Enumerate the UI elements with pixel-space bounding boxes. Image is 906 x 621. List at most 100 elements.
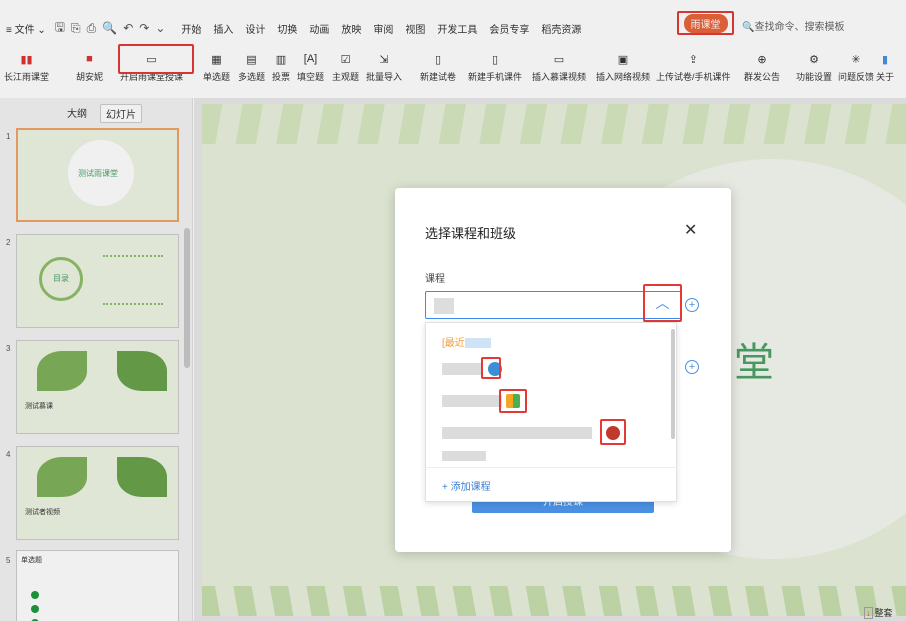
ribbon-fill-blank[interactable]: [A] 填空题 [297, 50, 324, 83]
add-course-icon[interactable]: + [685, 298, 699, 312]
undo-icon[interactable]: ↶ [123, 21, 133, 35]
slide-number: 1 [6, 132, 11, 141]
slide-number: 4 [6, 450, 11, 459]
rain-classroom-tab-highlight: 雨课堂 [677, 11, 734, 35]
ribbon-single-choice[interactable]: ▦ 单选题 [203, 50, 230, 83]
ribbon-upload[interactable]: ⇪ 上传试卷/手机课件 [656, 50, 731, 83]
globe-badge-icon [488, 362, 502, 376]
slide-thumb-2[interactable]: 目录 [16, 234, 179, 328]
tab-review[interactable]: 审阅 [367, 19, 399, 38]
slide-thumb-4[interactable]: 测试者视频 [16, 446, 179, 540]
ribbon-vote[interactable]: ▥ 投票 [272, 50, 290, 83]
rain-logo-icon: ▮▮ [20, 53, 33, 66]
ribbon-start-class-button[interactable]: ▭ 开启雨课堂授课 [120, 50, 183, 83]
tab-member[interactable]: 会员专享 [483, 19, 535, 38]
leaf-icon [37, 351, 87, 391]
thumb-title: 测试者视频 [25, 509, 60, 516]
ribbon-rain-app-button[interactable]: ▮▮ 长江雨课堂 [4, 50, 49, 83]
tab-slideshow[interactable]: 放映 [335, 19, 367, 38]
tab-transition[interactable]: 切换 [271, 19, 303, 38]
slide-thumb-1[interactable]: 测试雨课堂 [16, 128, 179, 222]
download-icon: ↓ [864, 606, 873, 619]
tab-outline[interactable]: 大纲 [62, 104, 92, 123]
menu-file[interactable]: ≡ 文件 ⌄ [6, 21, 46, 36]
tab-slides[interactable]: 幻灯片 [100, 104, 142, 123]
ribbon-mooc-video[interactable]: ▭ 插入慕课视频 [532, 50, 586, 83]
about-icon: ▮ [881, 53, 889, 66]
slide-number: 3 [6, 344, 11, 353]
dialog-title: 选择课程和班级 [425, 226, 517, 241]
course-option[interactable] [442, 425, 662, 441]
user-avatar-icon: ■ [86, 53, 93, 65]
tab-view[interactable]: 视图 [399, 19, 431, 38]
leaf-icon [117, 457, 167, 497]
upload-icon: ⇪ [688, 53, 698, 66]
ribbon-about[interactable]: ▮ 关于 [876, 50, 894, 83]
ribbon-new-test[interactable]: ▯ 新建试卷 [420, 50, 456, 83]
chevron-down-icon[interactable]: ⌄ [155, 21, 165, 35]
vote-icon: ▥ [275, 53, 287, 66]
ribbon-subjective[interactable]: ☑ 主观题 [332, 50, 359, 83]
ribbon-user-button[interactable]: ■ 胡安妮 [76, 50, 103, 83]
course-dropdown: [最近 + 添加课程 [425, 322, 678, 502]
redacted-text [464, 338, 491, 349]
leaf-border-top [202, 104, 906, 144]
sidebar-scrollbar[interactable] [184, 228, 190, 368]
close-icon[interactable]: ✕ [684, 220, 697, 240]
slide-title-char: 堂 [734, 341, 774, 385]
tab-docer[interactable]: 稻壳资源 [535, 19, 587, 38]
redacted-text [442, 363, 482, 375]
radio-icon [31, 605, 39, 613]
thumb-title: 测试雨课堂 [78, 169, 118, 178]
thumb-title: 测试慕课 [25, 403, 53, 410]
search-input[interactable]: 🔍查找命令、搜索模板 [742, 18, 844, 33]
dropdown-scrollbar[interactable] [671, 329, 675, 439]
multi-choice-icon: ▤ [246, 53, 257, 66]
tab-developer[interactable]: 开发工具 [431, 19, 483, 38]
export-icon[interactable]: ⎘ [71, 21, 81, 36]
course-option[interactable] [442, 449, 662, 463]
globe-icon: ⊕ [757, 53, 767, 66]
feedback-icon: ✳ [851, 53, 861, 66]
preview-icon[interactable]: 🔍 [102, 21, 117, 35]
print-icon[interactable]: ⎙ [87, 21, 97, 36]
redacted-text [442, 427, 592, 439]
ribbon-web-video[interactable]: ▣ 插入网络视频 [596, 50, 650, 83]
ribbon-announce[interactable]: ⊕ 群发公告 [744, 50, 780, 83]
slide-number: 2 [6, 238, 11, 247]
single-choice-icon: ▦ [211, 53, 222, 66]
chevron-up-icon[interactable]: ︿ [643, 284, 682, 322]
ribbon-feedback[interactable]: ✳ 问题反馈 [838, 50, 874, 83]
tab-insert[interactable]: 插入 [207, 19, 239, 38]
course-option[interactable] [442, 393, 662, 409]
slide-sidebar: 大纲 幻灯片 1 测试雨课堂 2 目录 3 测试慕课 4 测试者视频 5 单选题 [0, 98, 193, 621]
save-icon[interactable]: 🖫 [55, 18, 65, 39]
course-option[interactable] [442, 361, 662, 377]
add-class-icon[interactable]: + [685, 360, 699, 374]
tab-design[interactable]: 设计 [239, 19, 271, 38]
mooc-icon: ▭ [553, 53, 565, 66]
ribbon-batch-import[interactable]: ⇲ 批量导入 [366, 50, 402, 83]
thumb-title: 单选题 [21, 557, 42, 564]
tab-animation[interactable]: 动画 [303, 19, 335, 38]
redo-icon[interactable]: ↷ [139, 21, 149, 35]
radio-icon [31, 591, 39, 599]
redacted-text [442, 395, 502, 407]
ribbon-settings[interactable]: ⚙ 功能设置 [796, 50, 832, 83]
fill-blank-icon: [A] [303, 53, 318, 65]
slide-thumb-3[interactable]: 测试慕课 [16, 340, 179, 434]
slide-number: 5 [6, 556, 11, 565]
ribbon-new-mobile[interactable]: ▯ 新建手机课件 [468, 50, 522, 83]
redacted-text [442, 451, 486, 461]
add-course-link[interactable]: + 添加课程 [442, 478, 491, 493]
course-label: 课程 [425, 274, 445, 285]
web-video-icon: ▣ [617, 53, 629, 66]
test-icon: ▯ [434, 53, 442, 66]
tab-rain-classroom[interactable]: 雨课堂 [683, 13, 728, 33]
grid-badge-icon [506, 394, 520, 408]
tab-start[interactable]: 开始 [175, 19, 207, 38]
ribbon-multi-choice[interactable]: ▤ 多选题 [238, 50, 265, 83]
thumb-lines [103, 255, 163, 305]
slide-thumb-5[interactable]: 单选题 [16, 550, 179, 621]
bottom-right-button[interactable]: ↓ 整套 [864, 606, 893, 619]
